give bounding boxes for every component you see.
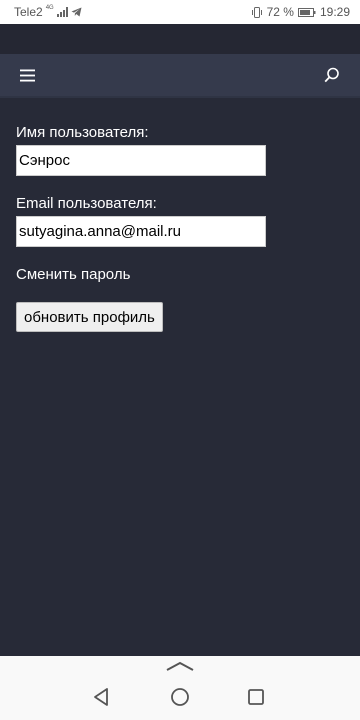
carrier-name: Tele2 xyxy=(14,5,43,19)
hamburger-menu-icon[interactable] xyxy=(16,63,40,87)
network-type: 4G xyxy=(45,5,54,11)
email-label: Email пользователя: xyxy=(16,195,157,212)
top-spacer xyxy=(0,24,360,54)
search-icon[interactable] xyxy=(320,63,344,87)
battery-icon xyxy=(297,7,316,17)
status-left: Tele2 4G xyxy=(14,5,251,19)
chevron-up-icon[interactable] xyxy=(165,660,195,672)
system-nav-bar xyxy=(0,656,360,720)
update-profile-button[interactable]: обновить профиль xyxy=(16,302,163,332)
username-input[interactable] xyxy=(16,145,266,176)
status-right: 72 % 19:29 xyxy=(251,5,350,19)
back-triangle-icon[interactable] xyxy=(90,686,114,710)
battery-percent: 72 % xyxy=(266,5,294,19)
recent-apps-square-icon[interactable] xyxy=(244,686,268,710)
clock: 19:29 xyxy=(319,5,350,19)
telegram-icon xyxy=(71,7,82,17)
home-circle-icon[interactable] xyxy=(168,686,192,710)
profile-form: Имя пользователя: Email пользователя: См… xyxy=(0,100,360,656)
username-label: Имя пользователя: xyxy=(16,124,149,141)
signal-icon xyxy=(56,7,68,17)
status-bar: Tele2 4G 72 % 19:29 xyxy=(0,0,360,24)
vibrate-icon xyxy=(251,6,262,18)
app-bar xyxy=(0,54,360,98)
change-password-link[interactable]: Сменить пароль xyxy=(16,266,130,283)
email-input[interactable] xyxy=(16,216,266,247)
